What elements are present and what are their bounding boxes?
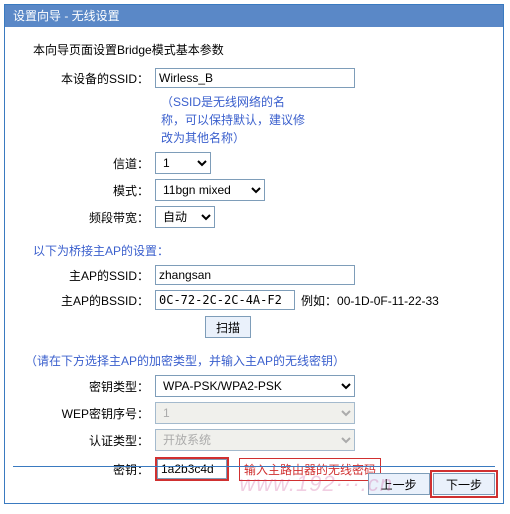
ssid-hint: （SSID是无线网络的名称，可以保持默认，建议修改为其他名称） — [25, 93, 305, 147]
channel-select[interactable]: 1 — [155, 152, 211, 174]
main-ssid-label: 主AP的SSID： — [25, 267, 155, 284]
auth-type-select: 开放系统 — [155, 429, 355, 451]
prev-button[interactable]: 上一步 — [368, 473, 430, 495]
wep-index-label: WEP密钥序号： — [25, 405, 155, 422]
wep-index-select: 1 — [155, 402, 355, 424]
main-ssid-input[interactable] — [155, 265, 355, 285]
next-button[interactable]: 下一步 — [433, 473, 495, 495]
main-bssid-label: 主AP的BSSID： — [25, 292, 155, 309]
bridge-section-title: 以下为桥接主AP的设置： — [33, 242, 483, 259]
key-type-label: 密钥类型： — [25, 378, 155, 395]
footer-bar: 上一步 下一步 — [13, 466, 495, 495]
channel-label: 信道： — [25, 155, 155, 172]
window-title: 设置向导 - 无线设置 — [5, 5, 503, 27]
mode-label: 模式： — [25, 182, 155, 199]
scan-button[interactable]: 扫描 — [205, 316, 251, 338]
device-ssid-label: 本设备的SSID： — [25, 70, 155, 87]
bandwidth-select[interactable]: 自动 — [155, 206, 215, 228]
encrypt-section-title: （请在下方选择主AP的加密类型，并输入主AP的无线密钥） — [25, 352, 483, 369]
device-ssid-input[interactable] — [155, 68, 355, 88]
bandwidth-label: 频段带宽： — [25, 209, 155, 226]
main-bssid-input[interactable] — [155, 290, 295, 310]
wizard-panel: 设置向导 - 无线设置 本向导页面设置Bridge模式基本参数 本设备的SSID… — [4, 4, 504, 504]
intro-text: 本向导页面设置Bridge模式基本参数 — [25, 41, 483, 58]
mode-select[interactable]: 11bgn mixed — [155, 179, 265, 201]
key-type-select[interactable]: WPA-PSK/WPA2-PSK — [155, 375, 355, 397]
auth-type-label: 认证类型： — [25, 432, 155, 449]
bssid-example: 例如：00-1D-0F-11-22-33 — [301, 292, 439, 309]
